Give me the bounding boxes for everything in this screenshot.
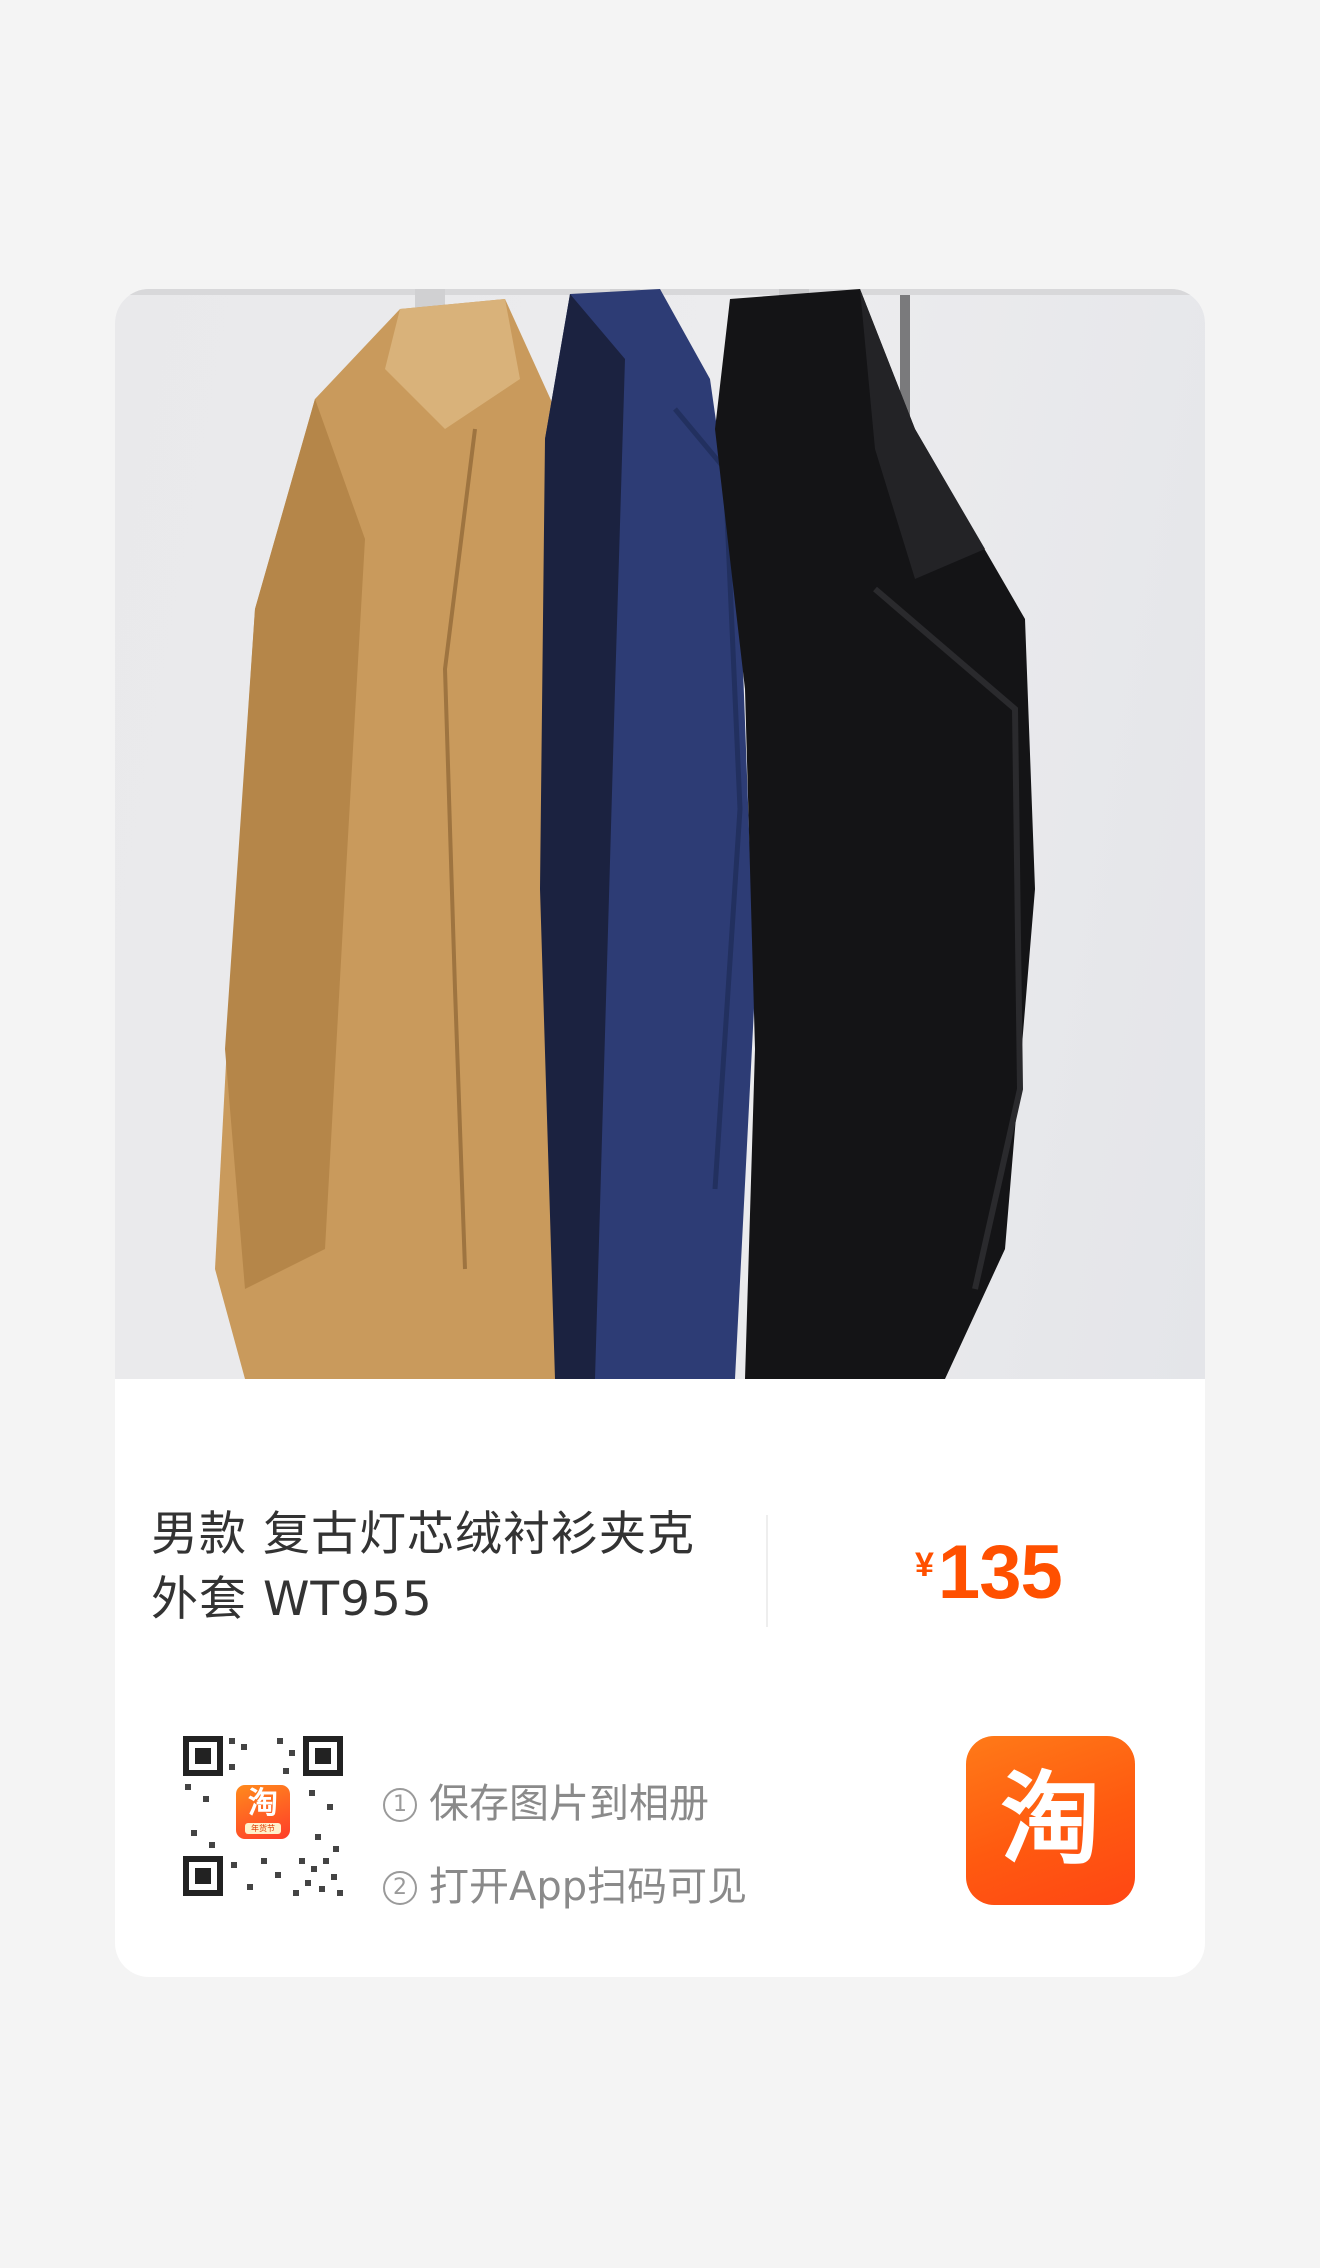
taobao-app-icon[interactable]: 淘 xyxy=(966,1736,1135,1905)
qr-taobao-logo: 淘 年货节 xyxy=(233,1782,293,1842)
price-value: 135 xyxy=(937,1530,1063,1615)
product-image xyxy=(115,289,1205,1379)
step-1-text: 保存图片到相册 xyxy=(429,1781,709,1827)
product-title[interactable]: 男款 复古灯芯绒衬衫夹克外套 WT955 xyxy=(151,1502,731,1632)
vertical-divider xyxy=(766,1515,768,1627)
step-2-number: 2 xyxy=(383,1871,417,1905)
currency-symbol: ¥ xyxy=(915,1546,934,1584)
product-share-card: 男款 复古灯芯绒衬衫夹克外套 WT955 ¥135 淘 年货节 1 保存图片到相… xyxy=(115,289,1205,1977)
step-2-text: 打开App扫码可见 xyxy=(429,1864,748,1910)
qr-logo-glyph: 淘 xyxy=(248,1786,278,1821)
share-step-2: 2 打开App扫码可见 xyxy=(383,1862,747,1912)
qr-logo-tag: 年货节 xyxy=(245,1823,281,1834)
product-photo-illustration xyxy=(115,289,1205,1379)
product-price: ¥135 xyxy=(915,1529,1063,1616)
share-step-1: 1 保存图片到相册 xyxy=(383,1779,709,1829)
step-1-number: 1 xyxy=(383,1788,417,1822)
qr-code[interactable]: 淘 年货节 xyxy=(181,1734,345,1898)
taobao-logo-glyph: 淘 xyxy=(1000,1761,1101,1878)
